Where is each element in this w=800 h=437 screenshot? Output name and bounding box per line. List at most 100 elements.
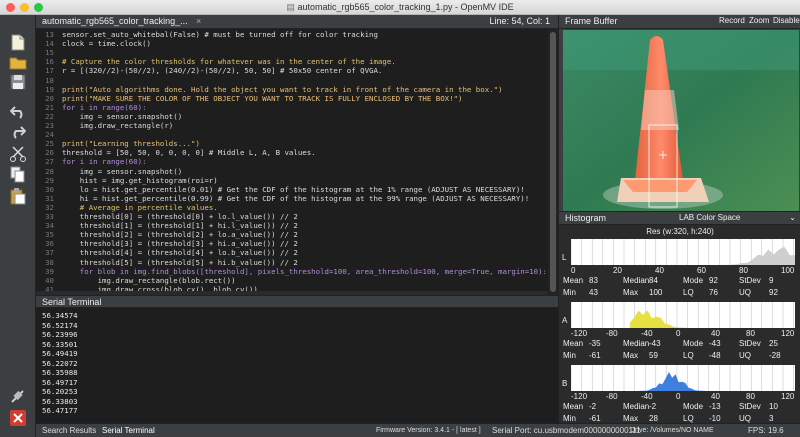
stat-label-min: Min	[563, 414, 576, 423]
line-number: 29	[45, 175, 54, 185]
line-number: 36	[45, 239, 54, 249]
tab-serial-terminal[interactable]: Serial Terminal	[102, 426, 155, 435]
code-line[interactable]: threshold[2] = (threshold[2] + lo.a_valu…	[62, 230, 298, 239]
axis-tick-label: 120	[781, 392, 795, 401]
stat-label-median: Median	[623, 339, 650, 348]
axis-tick-label: -120	[571, 329, 588, 338]
axis-tick-label: 0	[676, 329, 681, 338]
close-tab-icon[interactable]: ×	[196, 16, 201, 26]
stat-value-uq: -28	[769, 351, 781, 360]
main-toolbar	[0, 15, 36, 437]
terminal-line: 56.22072	[42, 358, 78, 368]
status-bar: Search Results Serial Terminal Firmware …	[36, 423, 800, 437]
stat-label-uq: UQ	[739, 288, 751, 297]
drive-path[interactable]: Drive: /Volumes/NO NAME	[630, 427, 714, 434]
channel-label: L	[562, 253, 567, 262]
code-line[interactable]: img.draw_rectangle(blob.rect())	[62, 276, 236, 285]
copy-icon[interactable]	[8, 165, 28, 183]
stat-value-uq: 92	[769, 288, 778, 297]
code-line[interactable]: lo = hist.get_percentile(0.01) # Get the…	[62, 185, 525, 194]
channel-label: A	[562, 316, 568, 325]
document-icon: ▤	[286, 2, 295, 12]
serial-terminal[interactable]: 56.34574 56.52174 56.23996 56.33501 56.49419…	[36, 308, 558, 423]
serial-terminal-header: Serial Terminal	[36, 295, 558, 308]
code-line[interactable]: r = [(320//2)-(50//2), (240//2)-(50//2),…	[62, 66, 382, 75]
code-line[interactable]: img = sensor.snapshot()	[62, 112, 182, 121]
code-line[interactable]: threshold = [50, 50, 0, 0, 0, 0] # Middl…	[62, 148, 316, 157]
stat-label-max: Max	[623, 351, 639, 360]
line-number: 27	[45, 157, 54, 167]
histogram-title: Histogram	[565, 213, 607, 223]
new-file-icon[interactable]	[8, 33, 28, 51]
histogram-panel: Res (w:320, h:240) L 0 20 40 60 80 100 Mean 83 Me…	[559, 225, 800, 423]
line-number: 31	[45, 193, 54, 203]
editor-tab[interactable]: automatic_rgb565_color_tracking_...	[42, 16, 188, 26]
save-icon[interactable]	[8, 73, 28, 91]
stat-value-lq: -10	[709, 414, 721, 423]
stop-run-icon[interactable]	[8, 409, 28, 427]
line-number: 37	[45, 248, 54, 258]
stat-label-mode: Mode	[683, 402, 704, 411]
line-number: 14	[45, 39, 54, 49]
camera-frame[interactable]	[563, 30, 799, 211]
stat-label-stdev: StDev	[739, 339, 761, 348]
paste-icon[interactable]	[8, 187, 28, 205]
code-line[interactable]: for i in range(60):	[62, 157, 147, 166]
line-number-gutter: 13 14 15 16 17 18 19 20 21 22 23 24 25 26 27 28 29 30 31 32…	[36, 29, 54, 295]
chevron-down-icon: ⌄	[789, 213, 796, 222]
stat-value-stdev: 10	[769, 402, 778, 411]
code-line[interactable]: for i in range(60):	[62, 103, 147, 112]
stat-label-uq: UQ	[739, 414, 751, 423]
stat-value-median: -43	[649, 339, 661, 348]
code-line[interactable]: # Capture the color thresholds for whate…	[62, 57, 396, 66]
code-line[interactable]: print("MAKE SURE THE COLOR OF THE OBJECT…	[62, 94, 462, 103]
color-space-select[interactable]: LAB Color Space ⌄	[679, 213, 796, 224]
axis-tick-label: 80	[746, 329, 755, 338]
terminal-line: 56.35988	[42, 368, 78, 377]
code-line[interactable]: img = sensor.snapshot()	[62, 167, 182, 176]
code-line[interactable]: threshold[1] = (threshold[1] + hi.l_valu…	[62, 221, 298, 230]
line-number: 34	[45, 221, 54, 231]
code-line[interactable]: clock = time.clock()	[62, 39, 151, 48]
code-editor[interactable]: 13 14 15 16 17 18 19 20 21 22 23 24 25 26 27 28 29 30 31 32…	[36, 29, 558, 295]
axis-tick-label: -40	[641, 329, 653, 338]
stat-label-max: Max	[623, 288, 639, 297]
terminal-line: 56.47177	[42, 406, 78, 415]
stat-value-lq: 76	[709, 288, 718, 297]
editor-scroll-thumb[interactable]	[550, 32, 556, 292]
tab-search-results[interactable]: Search Results	[42, 426, 96, 435]
code-line[interactable]: img.draw_rectangle(r)	[62, 121, 173, 130]
code-line[interactable]: for blob in img.find_blobs([threshold], …	[62, 267, 547, 276]
terminal-line: 56.23996	[42, 330, 78, 339]
redo-icon[interactable]	[8, 123, 28, 141]
code-line[interactable]: threshold[0] = (threshold[0] + lo.l_valu…	[62, 212, 298, 221]
open-folder-icon[interactable]	[8, 53, 28, 71]
record-button[interactable]: Record	[719, 16, 745, 25]
line-number: 20	[45, 93, 54, 103]
terminal-line: 56.49717	[42, 377, 78, 387]
code-line[interactable]: hi = hist.get_percentile(0.99) # Get the…	[62, 194, 529, 203]
code-line[interactable]: threshold[4] = (threshold[4] + lo.b_valu…	[62, 248, 298, 257]
disable-button[interactable]: Disable	[773, 16, 800, 25]
code-line[interactable]: hist = img.get_histogram(roi=r)	[62, 176, 218, 185]
axis-tick-label: 20	[613, 266, 622, 275]
stat-value-lq: -48	[709, 351, 721, 360]
code-line[interactable]: sensor.set_auto_whitebal(False) # must b…	[62, 30, 378, 39]
serial-port: Serial Port: cu.usbmodem0000000000111	[492, 426, 641, 435]
stat-label-min: Min	[563, 288, 576, 297]
right-panel: Frame Buffer Record Zoom Disable Histogr…	[558, 15, 800, 423]
cut-icon[interactable]	[8, 145, 28, 163]
code-line[interactable]: print("Learning thresholds...")	[62, 139, 200, 148]
undo-icon[interactable]	[8, 103, 28, 121]
firmware-version[interactable]: Firmware Version: 3.4.1 - [ latest ]	[376, 427, 481, 434]
zoom-button[interactable]: Zoom	[749, 16, 769, 25]
code-line[interactable]: threshold[5] = (threshold[5] + hi.b_valu…	[62, 258, 298, 267]
connect-icon[interactable]	[8, 387, 28, 405]
code-line[interactable]: # Average in percentile values.	[62, 203, 218, 212]
line-number: 28	[45, 166, 54, 176]
code-line[interactable]: print("Auto algorithms done. Hold the ob…	[62, 85, 503, 94]
code-line[interactable]: threshold[3] = (threshold[3] + hi.a_valu…	[62, 239, 298, 248]
stat-label-median: Median	[623, 402, 650, 411]
stat-value-median: -2	[649, 402, 657, 411]
stat-label-lq: LQ	[683, 288, 694, 297]
